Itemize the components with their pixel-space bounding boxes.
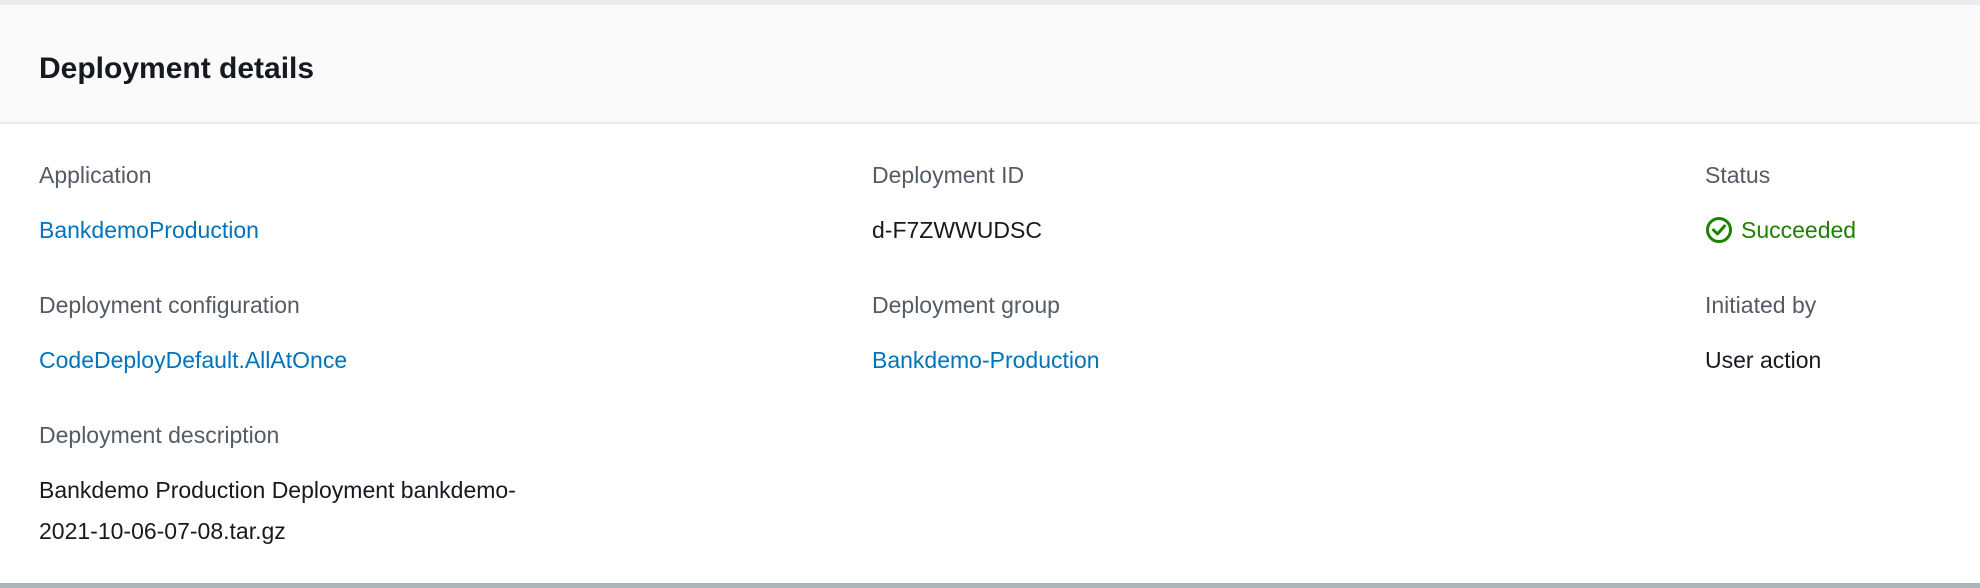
field-deployment-id: Deployment ID d-F7ZWWUDSC [872, 160, 1042, 250]
field-status: Status Succeeded [1705, 160, 1856, 250]
panel-title: Deployment details [39, 52, 315, 85]
description-line-1: Bankdemo Production Deployment bankdemo- [39, 477, 516, 503]
deployment-group-link[interactable]: Bankdemo-Production [872, 347, 1100, 373]
status-badge: Succeeded [1705, 210, 1856, 250]
deployment-description-value: Bankdemo Production Deployment bankdemo-… [39, 470, 516, 552]
deployment-id-label: Deployment ID [872, 162, 1025, 188]
description-line-2: 2021-10-06-07-08.tar.gz [39, 518, 286, 544]
initiated-by-label: Initiated by [1705, 292, 1817, 318]
status-label: Status [1705, 162, 1771, 188]
panel-header: Deployment details [0, 5, 1980, 124]
initiated-by-value: User action [1705, 347, 1822, 373]
deployment-id-value: d-F7ZWWUDSC [872, 217, 1042, 243]
field-application: Application BankdemoProduction [39, 160, 259, 250]
field-deployment-description: Deployment description Bankdemo Producti… [39, 420, 516, 552]
deployment-configuration-label: Deployment configuration [39, 292, 300, 318]
bottom-border [0, 583, 1980, 588]
status-value: Succeeded [1741, 217, 1857, 243]
field-initiated-by: Initiated by User action [1705, 290, 1821, 380]
deployment-configuration-link[interactable]: CodeDeployDefault.AllAtOnce [39, 347, 347, 373]
check-circle-icon [1706, 217, 1732, 243]
deployment-group-label: Deployment group [872, 292, 1060, 318]
application-label: Application [39, 162, 152, 188]
field-deployment-group: Deployment group Bankdemo-Production [872, 290, 1100, 380]
field-deployment-configuration: Deployment configuration CodeDeployDefau… [39, 290, 347, 380]
application-link[interactable]: BankdemoProduction [39, 217, 259, 243]
deployment-description-label: Deployment description [39, 422, 280, 448]
